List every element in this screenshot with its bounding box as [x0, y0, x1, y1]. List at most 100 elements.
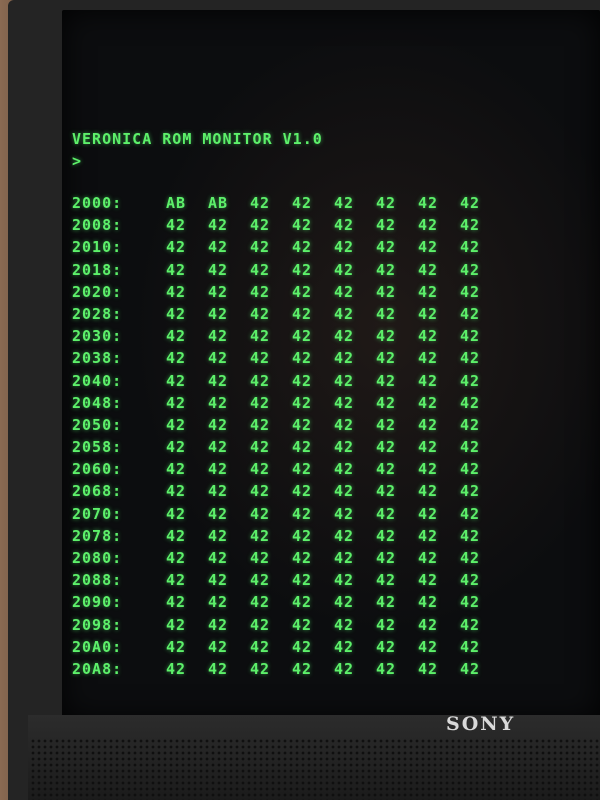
memory-address: 2038:: [72, 349, 123, 368]
memory-byte: 42: [250, 216, 271, 235]
memory-byte: 42: [292, 327, 313, 346]
memory-byte: 42: [376, 304, 397, 323]
memory-byte: 42: [460, 504, 481, 523]
memory-row: 2078: 42 42 42 42 42 42 42 42: [72, 525, 502, 547]
command-prompt[interactable]: >: [72, 150, 502, 172]
memory-byte: 42: [250, 659, 271, 678]
memory-byte: 42: [208, 438, 229, 457]
memory-byte: 42: [208, 260, 229, 279]
memory-address: 2088:: [72, 571, 123, 590]
brand-logo: SONY: [446, 713, 516, 735]
memory-byte: 42: [334, 526, 355, 545]
memory-byte: 42: [460, 415, 481, 434]
memory-byte: 42: [460, 393, 481, 412]
memory-byte: 42: [376, 504, 397, 523]
memory-byte: 42: [334, 659, 355, 678]
memory-byte: 42: [334, 349, 355, 368]
memory-byte: 42: [418, 238, 439, 257]
memory-byte: 42: [208, 549, 229, 567]
memory-byte: 42: [334, 615, 355, 634]
memory-byte: 42: [166, 593, 187, 612]
memory-byte: 42: [418, 282, 439, 301]
memory-byte: 42: [166, 549, 187, 567]
memory-byte: 42: [166, 349, 187, 368]
memory-byte: 42: [166, 260, 187, 279]
memory-byte: 42: [292, 659, 313, 678]
memory-byte: 42: [166, 304, 187, 323]
memory-byte: 42: [376, 393, 397, 412]
memory-address: 2020:: [72, 282, 123, 301]
memory-byte: 42: [166, 615, 187, 634]
memory-byte: 42: [208, 526, 229, 545]
memory-address: 2000:: [72, 194, 123, 212]
memory-byte: 42: [460, 327, 481, 346]
memory-byte: 42: [166, 659, 187, 678]
memory-byte: 42: [250, 371, 271, 390]
memory-byte: 42: [460, 304, 481, 323]
memory-byte: 42: [460, 216, 481, 235]
memory-address: 2060:: [72, 460, 123, 479]
memory-byte: 42: [334, 549, 355, 567]
memory-byte: 42: [334, 482, 355, 501]
memory-byte: 42: [460, 460, 481, 479]
memory-byte: 42: [460, 571, 481, 590]
memory-byte: 42: [292, 460, 313, 479]
memory-byte: 42: [460, 659, 481, 678]
memory-byte: 42: [292, 260, 313, 279]
memory-byte: 42: [460, 615, 481, 634]
memory-row: 2080: 42 42 42 42 42 42 42 42: [72, 547, 502, 569]
memory-byte: 42: [292, 216, 313, 235]
memory-row: 20A8: 42 42 42 42 42 42 42 42: [72, 658, 502, 680]
memory-byte: 42: [166, 460, 187, 479]
memory-address: 2028:: [72, 304, 123, 323]
memory-byte: 42: [376, 571, 397, 590]
memory-byte: 42: [166, 238, 187, 257]
memory-byte: 42: [292, 194, 313, 212]
memory-address: 2018:: [72, 260, 123, 279]
memory-byte: 42: [376, 482, 397, 501]
memory-byte: AB: [166, 194, 187, 212]
memory-byte: 42: [460, 482, 481, 501]
memory-byte: 42: [292, 593, 313, 612]
memory-byte: 42: [334, 327, 355, 346]
memory-byte: 42: [418, 659, 439, 678]
memory-byte: 42: [460, 549, 481, 567]
memory-byte: 42: [208, 637, 229, 656]
memory-row: 2088: 42 42 42 42 42 42 42 42: [72, 569, 502, 591]
memory-byte: 42: [418, 260, 439, 279]
memory-address: 2040:: [72, 371, 123, 390]
memory-byte: 42: [460, 260, 481, 279]
memory-byte: 42: [460, 593, 481, 612]
memory-byte: 42: [334, 304, 355, 323]
memory-byte: 42: [292, 415, 313, 434]
memory-byte: 42: [418, 327, 439, 346]
memory-byte: 42: [376, 260, 397, 279]
memory-byte: 42: [334, 194, 355, 212]
memory-byte: 42: [250, 393, 271, 412]
memory-byte: 42: [460, 438, 481, 457]
memory-byte: 42: [376, 194, 397, 212]
memory-byte: 42: [250, 438, 271, 457]
memory-byte: 42: [208, 327, 229, 346]
memory-byte: 42: [460, 637, 481, 656]
memory-byte: 42: [418, 371, 439, 390]
memory-byte: 42: [376, 349, 397, 368]
memory-dump: 2000: AB AB 42 42 42 42 42 42 2008: 42 42 42 42 42 42 42…: [72, 192, 502, 680]
memory-address: 2058:: [72, 438, 123, 457]
memory-address: 2068:: [72, 482, 123, 501]
memory-row: 2010: 42 42 42 42 42 42 42 42: [72, 236, 502, 258]
memory-address: 20A8:: [72, 659, 123, 678]
memory-row: 2020: 42 42 42 42 42 42 42 42: [72, 281, 502, 303]
memory-byte: 42: [418, 304, 439, 323]
memory-byte: 42: [166, 216, 187, 235]
memory-byte: 42: [208, 349, 229, 368]
memory-byte: 42: [250, 349, 271, 368]
memory-byte: 42: [334, 504, 355, 523]
memory-byte: 42: [376, 593, 397, 612]
memory-byte: 42: [460, 282, 481, 301]
memory-byte: 42: [166, 415, 187, 434]
speaker-grille: [30, 738, 600, 800]
monitor-title: VERONICA ROM MONITOR V1.0: [72, 130, 323, 148]
memory-address: 2030:: [72, 327, 123, 346]
memory-byte: 42: [250, 482, 271, 501]
